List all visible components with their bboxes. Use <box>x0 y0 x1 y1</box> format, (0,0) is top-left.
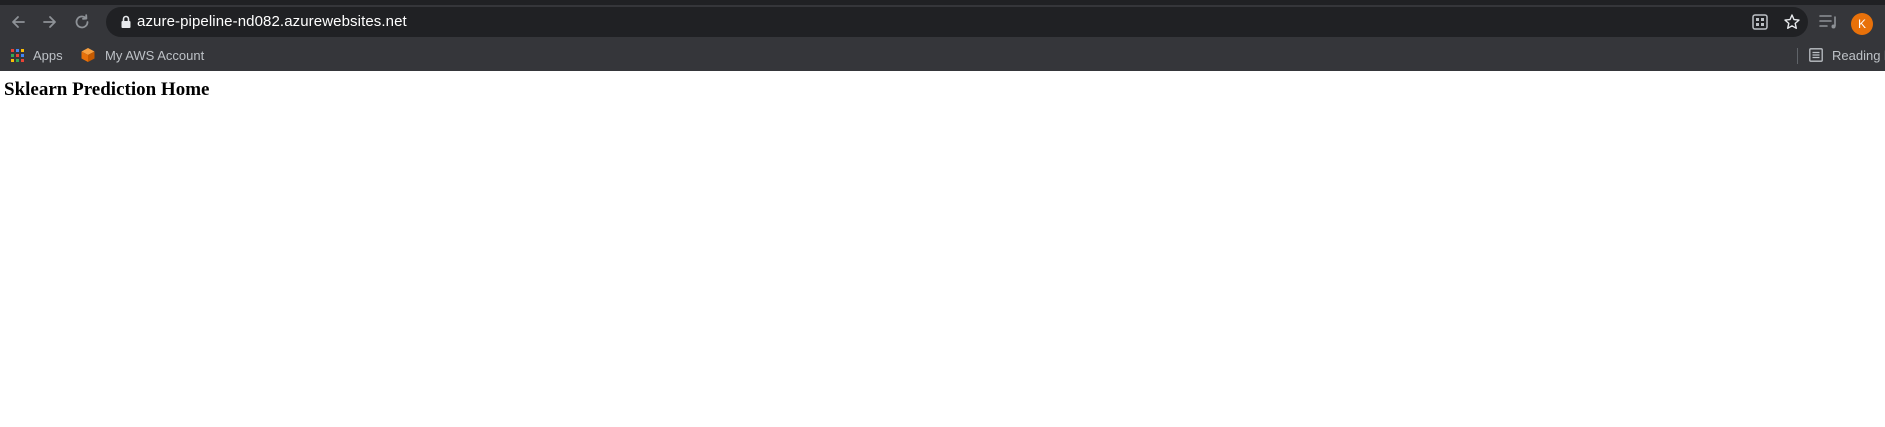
reading-list-button[interactable]: Reading list <box>1809 44 1885 66</box>
qr-code-icon[interactable] <box>1751 13 1769 31</box>
star-icon[interactable] <box>1783 13 1801 31</box>
page-content: Sklearn Prediction Home <box>0 71 1885 427</box>
page-title: Sklearn Prediction Home <box>4 79 210 100</box>
browser-toolbar: azure-pipeline-nd082.azurewebsites.net K <box>0 5 1885 39</box>
reload-button[interactable] <box>69 9 95 35</box>
arrow-right-icon <box>43 16 56 28</box>
browser-chrome: azure-pipeline-nd082.azurewebsites.net K <box>0 0 1885 71</box>
bookmark-apps[interactable]: Apps <box>11 44 63 66</box>
forward-button[interactable] <box>37 9 63 35</box>
reading-list-label: Reading list <box>1832 47 1885 63</box>
back-button[interactable] <box>5 9 31 35</box>
apps-grid-icon <box>11 48 24 62</box>
url-text[interactable]: azure-pipeline-nd082.azurewebsites.net <box>137 13 407 30</box>
bookmark-label: My AWS Account <box>105 47 205 63</box>
arrow-left-icon <box>12 16 25 28</box>
reading-list-icon <box>1809 48 1823 62</box>
media-controls-icon[interactable] <box>1818 12 1840 32</box>
bookmark-my-aws-account[interactable]: My AWS Account <box>80 44 204 66</box>
bookmarks-separator <box>1797 48 1798 64</box>
lock-icon[interactable] <box>118 14 134 30</box>
aws-cube-icon <box>81 48 95 62</box>
bookmarks-bar: Apps My AWS Account Reading list <box>0 39 1885 71</box>
profile-avatar[interactable]: K <box>1851 13 1873 35</box>
reload-icon <box>75 14 89 29</box>
address-bar[interactable]: azure-pipeline-nd082.azurewebsites.net <box>106 7 1808 37</box>
bookmark-label: Apps <box>33 47 63 63</box>
